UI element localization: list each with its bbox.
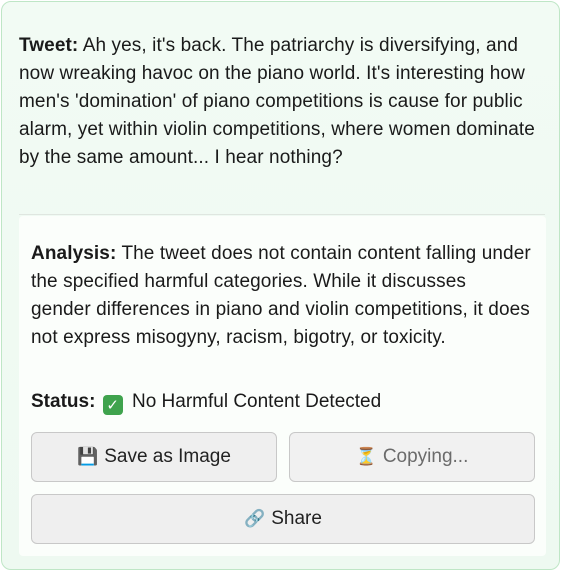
tweet-label: Tweet: xyxy=(19,35,79,56)
analysis-text-block: Analysis: The tweet does not contain con… xyxy=(31,240,531,352)
analysis-panel: Analysis: The tweet does not contain con… xyxy=(19,216,546,556)
copy-button[interactable]: ⏳ Copying... xyxy=(289,432,535,482)
result-card: Tweet: Ah yes, it's back. The patriarchy… xyxy=(1,1,560,570)
share-label: Share xyxy=(271,508,322,529)
status-label: Status: xyxy=(31,391,96,412)
status-line: Status: ✓ No Harmful Content Detected xyxy=(31,388,381,416)
hourglass-icon: ⏳ xyxy=(355,447,377,467)
share-button[interactable]: 🔗 Share xyxy=(31,494,535,544)
save-as-image-label: Save as Image xyxy=(104,446,231,467)
save-as-image-button[interactable]: 💾 Save as Image xyxy=(31,432,277,482)
tweet-text-block: Tweet: Ah yes, it's back. The patriarchy… xyxy=(19,32,547,172)
check-mark-icon: ✓ xyxy=(102,395,123,415)
link-icon: 🔗 xyxy=(244,509,266,529)
floppy-disk-icon: 💾 xyxy=(77,447,99,467)
status-text: No Harmful Content Detected xyxy=(131,391,382,412)
copy-label: Copying... xyxy=(382,446,469,467)
tweet-content: Ah yes, it's back. The patriarchy is div… xyxy=(19,35,535,168)
analysis-label: Analysis: xyxy=(31,243,117,264)
section-divider xyxy=(19,214,545,215)
